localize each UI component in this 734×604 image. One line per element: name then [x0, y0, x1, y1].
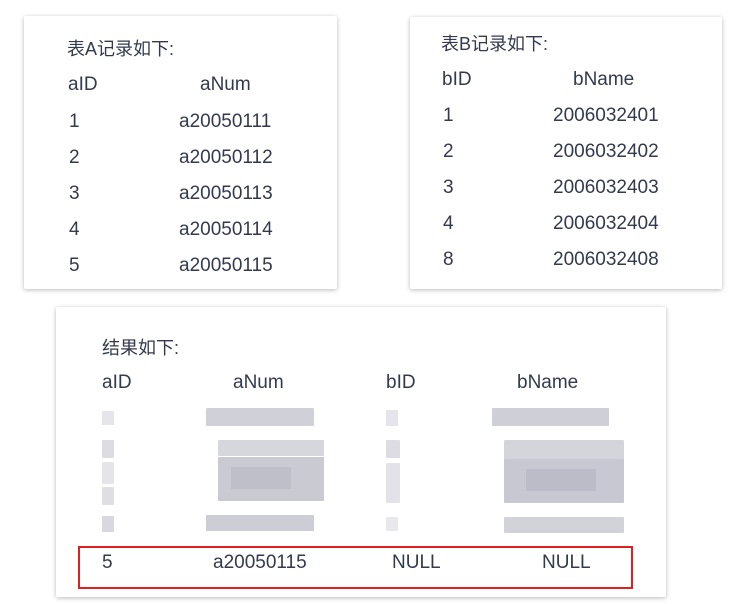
table-a-cell: a20050113 — [179, 183, 273, 204]
table-a-header-aid: aID — [68, 74, 98, 95]
table-a-cell: 4 — [69, 219, 80, 240]
table-a-cell: a20050112 — [179, 147, 273, 168]
table-b-cell: 1 — [443, 105, 454, 126]
blur-block — [504, 440, 624, 460]
result-title: 结果如下: — [102, 338, 180, 358]
table-b-cell: 2006032402 — [553, 141, 659, 162]
blur-block — [386, 410, 398, 426]
blur-block — [206, 408, 314, 426]
table-b-cell: 2006032404 — [553, 213, 659, 234]
blur-block — [526, 469, 596, 491]
blur-block — [386, 517, 398, 531]
blur-block — [492, 408, 609, 426]
table-a-cell: a20050115 — [179, 255, 273, 276]
table-b-header-bid: bID — [442, 69, 472, 90]
table-b-cell: 2 — [443, 141, 454, 162]
table-b-cell: 3 — [443, 177, 454, 198]
table-a-cell: a20050114 — [179, 219, 273, 240]
table-b-cell: 2006032408 — [553, 249, 659, 270]
result-header-aid: aID — [102, 372, 132, 393]
blur-block — [504, 517, 624, 533]
result-header-bid: bID — [386, 372, 416, 393]
table-a-cell: 1 — [69, 111, 80, 132]
table-b-cell: 4 — [443, 213, 454, 234]
table-a-cell: 5 — [69, 255, 80, 276]
blur-block — [386, 463, 400, 503]
blur-block — [102, 516, 114, 532]
table-a-cell: 3 — [69, 183, 80, 204]
highlight-box — [78, 546, 633, 589]
table-a-header-anum: aNum — [200, 74, 251, 95]
table-a-cell: 2 — [69, 147, 80, 168]
result-header-anum: aNum — [233, 372, 284, 393]
blur-block — [102, 462, 114, 484]
blur-block — [206, 515, 314, 531]
table-a-title: 表A记录如下: — [67, 39, 175, 59]
table-b-cell: 8 — [443, 249, 454, 270]
blur-block — [386, 440, 400, 458]
table-a-cell: a20050111 — [179, 111, 272, 132]
blur-block — [102, 411, 114, 425]
table-b-cell: 2006032403 — [553, 177, 659, 198]
blur-block — [102, 487, 114, 505]
table-b-cell: 2006032401 — [553, 105, 659, 126]
result-header-bname: bName — [517, 372, 579, 393]
table-b-title: 表B记录如下: — [441, 34, 549, 54]
blur-block — [102, 440, 114, 458]
table-b-header-bname: bName — [573, 69, 635, 90]
blur-block — [231, 467, 291, 489]
table-b-card: 表B记录如下: bID bName 1 2006032401 2 2006032… — [410, 17, 722, 289]
table-a-card: 表A记录如下: aID aNum 1 a20050111 2 a20050112… — [24, 16, 337, 289]
blur-block — [218, 440, 324, 456]
